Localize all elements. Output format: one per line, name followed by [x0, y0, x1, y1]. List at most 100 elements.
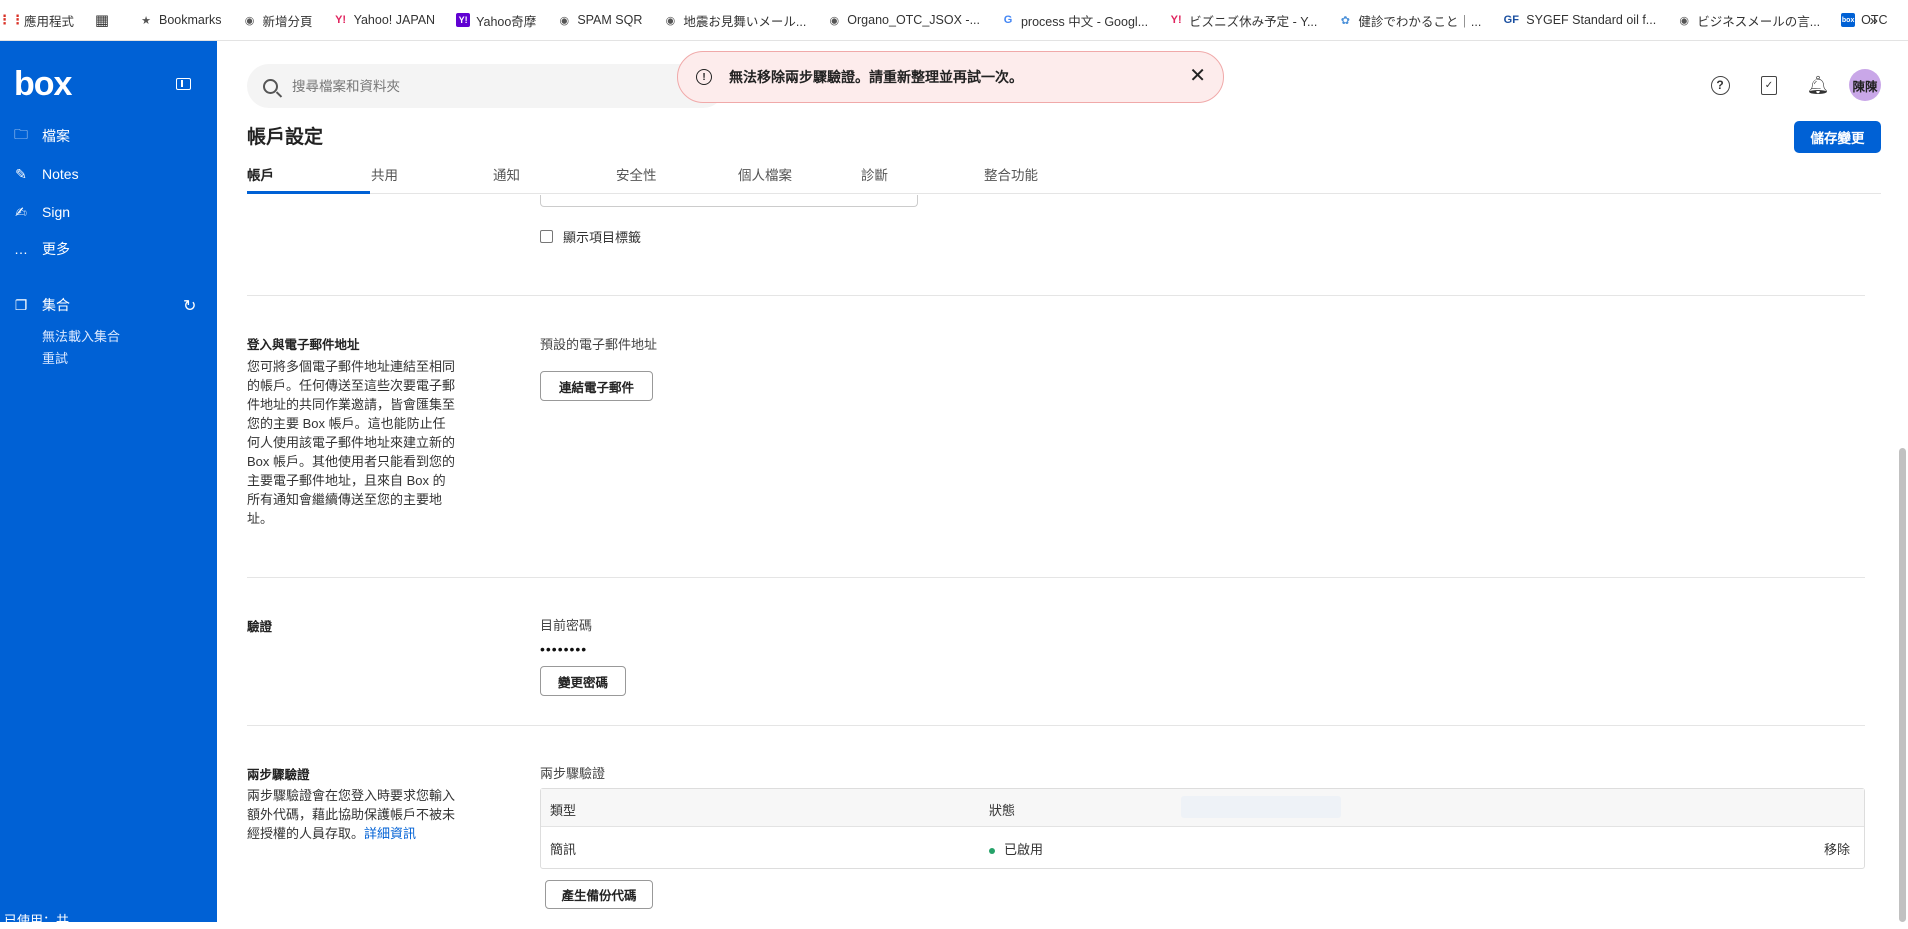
notifications-button[interactable]: 🔔︎	[1805, 72, 1831, 98]
tasks-button[interactable]: ✓	[1756, 72, 1782, 98]
sign-icon: ✍	[15, 203, 27, 220]
two-step-table: 類型 狀態 簡訊 已啟用 移除	[540, 788, 1865, 869]
save-changes-button[interactable]: 儲存變更	[1794, 121, 1881, 153]
bookmark-bookmarks[interactable]: ★ Bookmarks	[139, 0, 221, 41]
more-icon: …	[14, 241, 28, 257]
login-email-description: 您可將多個電子郵件地址連結至相同的帳戶。任何傳送至這些次要電子郵件地址的共同作業…	[247, 359, 456, 526]
bookmark-yahoo-tw[interactable]: Y! Yahoo奇摩	[456, 0, 536, 41]
avatar[interactable]: 陳陳	[1849, 69, 1881, 101]
close-icon[interactable]: ✕	[1189, 66, 1206, 86]
scrollbar-thumb[interactable]	[1899, 448, 1906, 922]
alert-icon: !	[696, 69, 712, 85]
sidebar: box 🗀 檔案 ✎ Notes ✍ Sign … 更多 ❐ 集合 ↻ 無法載入…	[0, 41, 217, 928]
error-toast: ! 無法移除兩步驟驗證。請重新整理並再試一次。 ✕	[677, 51, 1224, 103]
sidebar-item-sign[interactable]: ✍ Sign	[12, 200, 70, 224]
bookmark-apps[interactable]: ⋮⋮ 應用程式	[0, 0, 74, 41]
tab-profile[interactable]: 個人檔案	[738, 164, 792, 184]
generate-backup-codes-button[interactable]: 產生備份代碼	[545, 880, 653, 909]
two-step-title: 兩步驟驗證	[247, 768, 310, 782]
globe-icon: ◉	[829, 14, 840, 27]
show-labels-label: 顯示項目標籤	[563, 230, 642, 245]
column-header-status: 狀態	[989, 803, 1016, 818]
collections-icon: ❐	[14, 296, 28, 313]
tab-integrations[interactable]: 整合功能	[984, 164, 1038, 184]
loading-placeholder	[1181, 796, 1341, 818]
learn-more-link[interactable]: 詳細資訊	[364, 826, 416, 841]
refresh-collections-icon[interactable]: ↻	[183, 296, 196, 316]
show-labels-option[interactable]: 顯示項目標籤	[540, 227, 641, 246]
gf-icon: GF	[1503, 14, 1519, 26]
health-icon: ✿	[1340, 14, 1350, 27]
table-header: 類型 狀態	[541, 789, 1864, 827]
folder-icon: 🗀	[14, 126, 28, 142]
clipboard-check-icon: ✓	[1761, 75, 1777, 95]
search-bar[interactable]	[247, 64, 725, 108]
notes-icon: ✎	[15, 165, 27, 182]
status-enabled-dot	[989, 847, 995, 854]
bookmark-tab-grid[interactable]: ▦	[95, 0, 115, 41]
tab-diagnostics[interactable]: 診斷	[861, 164, 888, 184]
star-icon: ★	[141, 14, 151, 27]
current-password-label: 目前密碼	[540, 618, 593, 633]
active-tab-indicator	[247, 191, 370, 194]
login-email-title: 登入與電子郵件地址	[247, 338, 360, 352]
google-icon: G	[1003, 14, 1013, 26]
yahoo-square-icon: Y!	[456, 13, 471, 27]
auth-title: 驗證	[247, 620, 273, 634]
default-email-label: 預設的電子郵件地址	[540, 337, 658, 352]
two-step-label: 兩步驟驗證	[540, 766, 606, 781]
storage-quota: 已使用：共	[4, 913, 70, 928]
help-icon: ?	[1710, 75, 1730, 95]
method-type-cell: 簡訊	[550, 842, 577, 857]
help-button[interactable]: ?	[1707, 72, 1733, 98]
bookmarks-overflow-button[interactable]: »	[1870, 12, 1878, 29]
sidebar-item-notes[interactable]: ✎ Notes	[12, 162, 78, 186]
tab-account[interactable]: 帳戶	[247, 164, 274, 184]
collections-error-text: 無法載入集合	[42, 329, 121, 344]
section-divider	[247, 577, 1865, 578]
status-cell: 已啟用	[989, 839, 1043, 858]
bookmark-sygef[interactable]: GF SYGEF Standard oil f...	[1502, 0, 1657, 41]
globe-icon: ◉	[244, 14, 255, 27]
search-input[interactable]	[292, 78, 692, 94]
bookmark-health[interactable]: ✿ 健診でわかること｜...	[1338, 0, 1482, 41]
show-labels-checkbox[interactable]	[540, 230, 553, 243]
sidebar-item-more[interactable]: … 更多	[12, 237, 70, 261]
bookmark-earthquake-mail[interactable]: ◉ 地震お見舞いメール...	[663, 0, 807, 41]
bell-icon: 🔔︎	[1806, 74, 1830, 95]
sidebar-item-files[interactable]: 🗀 檔案	[12, 124, 70, 148]
password-mask: ••••••••	[540, 641, 588, 657]
change-password-button[interactable]: 變更密碼	[540, 666, 626, 696]
yahoo-icon: Y!	[1170, 14, 1182, 26]
globe-icon: ◉	[559, 14, 570, 27]
box-icon: box	[1841, 13, 1856, 27]
toast-message: 無法移除兩步驟驗證。請重新整理並再試一次。	[729, 69, 1023, 85]
bookmark-new-tab[interactable]: ◉ 新增分頁	[243, 0, 313, 41]
bookmark-business-mail[interactable]: ◉ ビジネスメールの言...	[1677, 0, 1820, 41]
bookmark-google-process[interactable]: G process 中文 - Googl...	[1001, 0, 1148, 41]
bookmark-organo[interactable]: ◉ Organo_OTC_JSOX -...	[827, 0, 980, 41]
bookmark-business-holiday[interactable]: Y! ビズニズ休み予定 - Y...	[1169, 0, 1318, 41]
remove-method-link[interactable]: 移除	[1824, 839, 1850, 858]
tab-grid-icon: ▦	[94, 12, 110, 29]
partial-input-field[interactable]	[540, 195, 918, 207]
section-divider	[247, 725, 1865, 726]
bookmark-spam-sqr[interactable]: ◉ SPAM SQR	[557, 0, 643, 41]
bookmark-yahoo-japan[interactable]: Y! Yahoo! JAPAN	[334, 0, 435, 41]
search-icon	[263, 78, 278, 94]
section-divider	[247, 295, 1865, 296]
yahoo-icon: Y!	[335, 14, 347, 26]
globe-icon: ◉	[1679, 14, 1690, 27]
tab-security[interactable]: 安全性	[616, 164, 657, 184]
link-email-button[interactable]: 連結電子郵件	[540, 371, 653, 401]
collections-retry-link[interactable]: 重試	[42, 348, 68, 367]
apps-grid-icon: ⋮⋮	[0, 12, 24, 27]
sidebar-collections[interactable]: ❐ 集合	[12, 293, 70, 317]
box-logo[interactable]: box	[14, 65, 72, 104]
two-step-description: 兩步驟驗證會在您登入時要求您輸入額外代碼，藉此協助保護帳戶不被未經授權的人員存取…	[247, 788, 456, 841]
tab-sharing[interactable]: 共用	[371, 164, 398, 184]
sidebar-collapse-icon[interactable]	[176, 78, 191, 90]
bookmark-otc[interactable]: box OTC	[1841, 0, 1888, 41]
bookmarks-bar: ⋮⋮ 應用程式 ▦ ★ Bookmarks ◉ 新增分頁 Y! Yahoo! J…	[0, 0, 1908, 41]
tab-notifications[interactable]: 通知	[493, 164, 520, 184]
